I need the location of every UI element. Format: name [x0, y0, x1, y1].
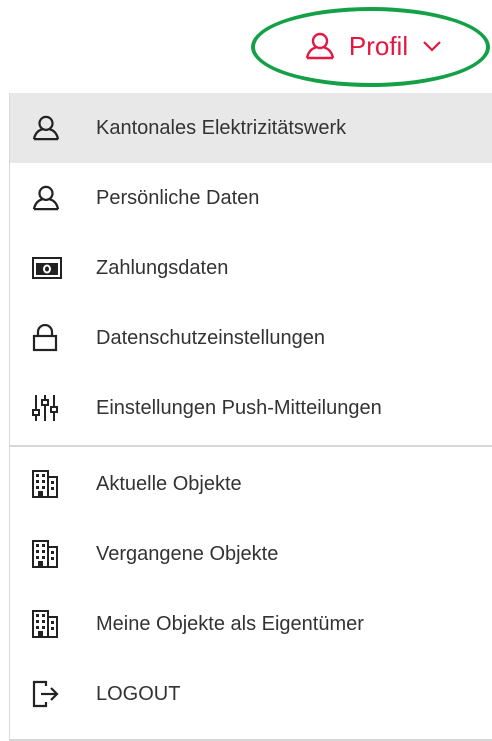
menu-item-datenschutzeinstellungen[interactable]: Datenschutzeinstellungen: [10, 303, 492, 373]
menu-item-label: Einstellungen Push-Mitteilungen: [96, 396, 382, 419]
menu-item-zahlungsdaten[interactable]: Zahlungsdaten: [10, 233, 492, 303]
menu-item-vergangene-objekte[interactable]: Vergangene Objekte: [10, 519, 492, 589]
profile-menu-button[interactable]: Profil: [251, 7, 490, 87]
profile-trigger-content: Profil: [305, 31, 442, 62]
user-icon: [32, 112, 72, 144]
user-icon: [305, 32, 335, 60]
menu-item-label: Persönliche Daten: [96, 186, 260, 209]
menu-item-persoenliche-daten[interactable]: Persönliche Daten: [10, 163, 492, 233]
banknote-icon: [32, 252, 72, 284]
user-icon: [32, 182, 72, 214]
menu-item-logout[interactable]: LOGOUT: [10, 659, 492, 729]
menu-item-push-mitteilungen[interactable]: Einstellungen Push-Mitteilungen: [10, 373, 492, 443]
chevron-down-icon: [422, 40, 442, 52]
menu-item-label: Meine Objekte als Eigentümer: [96, 612, 364, 635]
lock-icon: [32, 322, 72, 354]
menu-item-label: Aktuelle Objekte: [96, 472, 242, 495]
profile-dropdown-menu: Kantonales Elektrizitätswerk Persönliche…: [9, 93, 492, 741]
menu-item-label: Kantonales Elektrizitätswerk: [96, 116, 347, 139]
menu-item-objekte-als-eigentuemer[interactable]: Meine Objekte als Eigentümer: [10, 589, 492, 659]
menu-item-aktuelle-objekte[interactable]: Aktuelle Objekte: [10, 449, 492, 519]
building-icon: [32, 538, 72, 570]
menu-item-label: Vergangene Objekte: [96, 542, 279, 565]
menu-item-label: Zahlungsdaten: [96, 256, 229, 279]
menu-item-label: LOGOUT: [96, 682, 181, 705]
page: Profil Kantonales Elektrizitätswerk Pers…: [0, 0, 492, 741]
sliders-icon: [32, 392, 72, 424]
profile-label: Profil: [348, 30, 409, 61]
building-icon: [32, 608, 72, 640]
menu-divider: [10, 445, 492, 447]
menu-item-label: Datenschutzeinstellungen: [96, 326, 326, 349]
menu-item-kantonales-elektrizitaetswerk[interactable]: Kantonales Elektrizitätswerk: [10, 93, 492, 163]
building-icon: [32, 468, 72, 500]
logout-icon: [32, 678, 72, 710]
